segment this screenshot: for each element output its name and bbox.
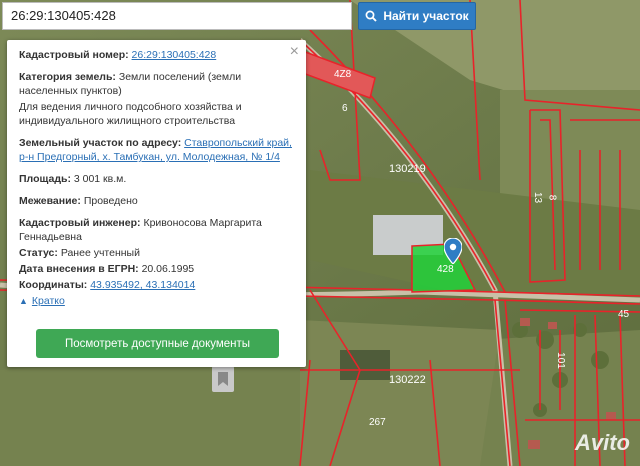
engineer-row: Кадастровый инженер: Кривоносова Маргари… <box>19 216 294 244</box>
status-row: Статус: Ранее учтенный <box>19 246 294 260</box>
date-value: 20.06.1995 <box>141 263 195 275</box>
status-value: Ранее учтенный <box>60 247 140 259</box>
avito-watermark: Avito <box>575 430 630 455</box>
bookmark-icon[interactable] <box>212 366 234 392</box>
find-parcel-label: Найти участок <box>383 9 469 23</box>
cadastral-row: Кадастровый номер: 26:29:130405:428 <box>19 48 294 62</box>
parcel-info-popup: × Кадастровый номер: 26:29:130405:428 Ка… <box>7 40 306 367</box>
date-label: Дата внесения в ЕГРН: <box>19 263 139 275</box>
coords-link[interactable]: 43.935492, 43.134014 <box>90 279 195 291</box>
map-label-6: 6 <box>342 103 348 114</box>
map-label-selected-428: 428 <box>437 264 454 275</box>
date-row: Дата внесения в ЕГРН: 20.06.1995 <box>19 262 294 276</box>
map-label-45: 45 <box>618 309 630 320</box>
cadastral-label: Кадастровый номер: <box>19 49 129 61</box>
survey-label: Межевание: <box>19 195 81 207</box>
usage-text: Для ведения личного подсобного хозяйства… <box>19 101 242 127</box>
collapse-label: Кратко <box>31 295 65 307</box>
view-documents-button[interactable]: Посмотреть доступные документы <box>36 329 279 358</box>
triangle-up-icon: ▲ <box>19 296 28 306</box>
status-label: Статус: <box>19 247 58 259</box>
search-icon <box>365 10 377 22</box>
address-label: Земельный участок по адресу: <box>19 137 182 149</box>
cadastral-link[interactable]: 26:29:130405:428 <box>132 49 217 61</box>
area-label: Площадь: <box>19 173 71 185</box>
find-parcel-button[interactable]: Найти участок <box>358 2 476 30</box>
map-label-267: 267 <box>369 417 386 428</box>
map-label-101: 101 <box>554 352 566 369</box>
map-label-13: 13 <box>532 191 544 204</box>
area-row: Площадь: 3 001 кв.м. <box>19 172 294 186</box>
coords-row: Координаты: 43.935492, 43.134014 <box>19 278 294 292</box>
category-label: Категория земель: <box>19 71 116 83</box>
coords-label: Координаты: <box>19 279 88 291</box>
survey-value: Проведено <box>83 195 138 207</box>
map-label-quarter-130222: 130222 <box>389 374 426 386</box>
map-label-quarter-130219: 130219 <box>389 163 426 175</box>
collapse-toggle[interactable]: ▲ Кратко <box>19 294 294 308</box>
close-icon[interactable]: × <box>290 44 299 60</box>
map-label-8: 8 <box>546 194 558 201</box>
category-row: Категория земель: Земли поселений (земли… <box>19 70 294 98</box>
area-value: 3 001 кв.м. <box>73 173 127 185</box>
survey-row: Межевание: Проведено <box>19 194 294 208</box>
map-label-4z8: 4Z8 <box>334 69 352 80</box>
address-row: Земельный участок по адресу: Ставропольс… <box>19 136 294 164</box>
engineer-label: Кадастровый инженер: <box>19 217 141 229</box>
search-input[interactable]: 26:29:130405:428 <box>2 2 352 30</box>
map-marker-icon[interactable] <box>443 237 463 265</box>
